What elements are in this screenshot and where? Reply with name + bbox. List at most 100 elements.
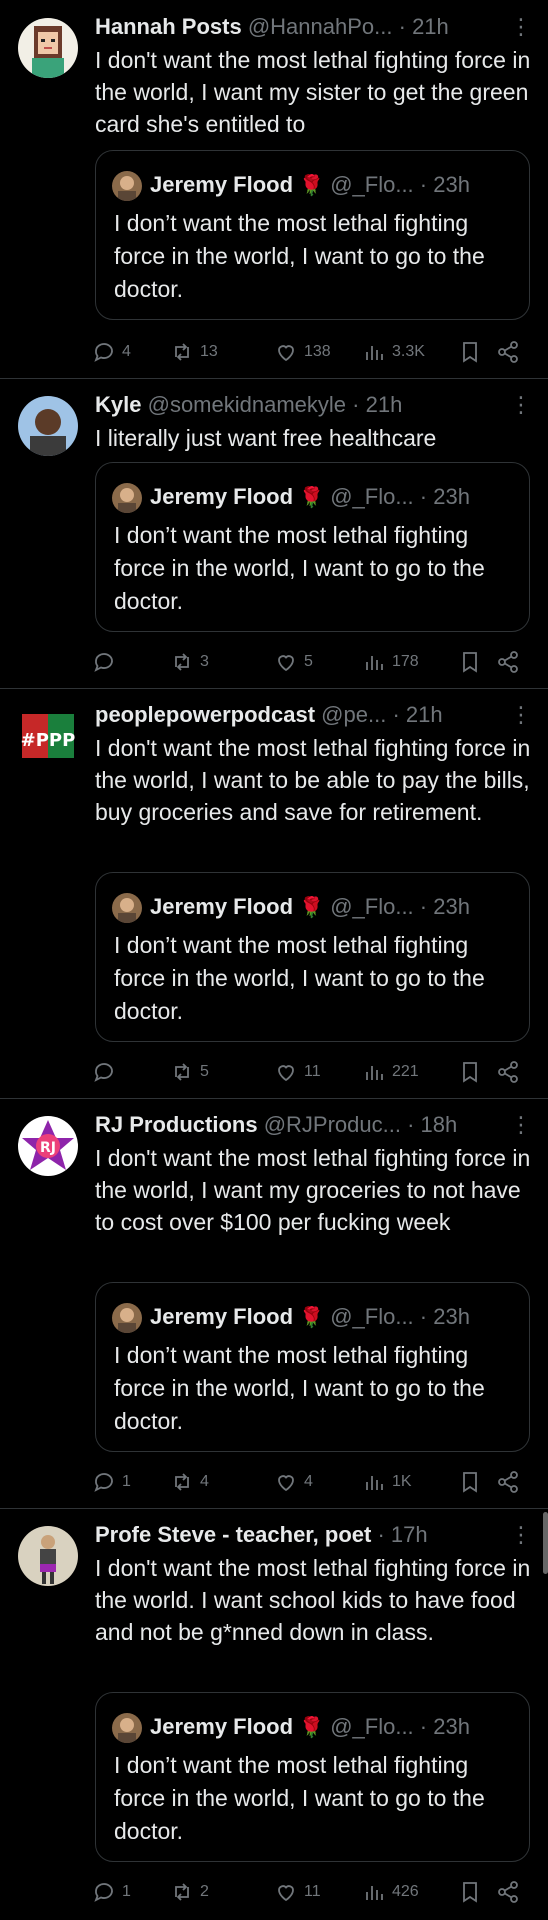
bookmark-button[interactable]: [458, 644, 482, 680]
views-button[interactable]: 178: [362, 644, 419, 680]
views-button[interactable]: 221: [362, 1054, 419, 1090]
user-handle[interactable]: @RJProduc...: [264, 1112, 401, 1137]
reply-button[interactable]: 4: [92, 334, 131, 370]
timestamp[interactable]: 21h: [366, 392, 403, 417]
quoted-handle: @_Flo...: [330, 1714, 414, 1739]
quoted-timestamp: 23h: [433, 172, 470, 197]
quoted-tweet[interactable]: Jeremy Flood 🌹 @_Flo... · 23h I don’t wa…: [95, 150, 530, 320]
share-button[interactable]: [496, 644, 520, 680]
more-options-icon[interactable]: ⋮: [510, 14, 532, 40]
avatar[interactable]: #PPP: [18, 706, 78, 766]
repost-button[interactable]: 5: [170, 1054, 209, 1090]
repost-button[interactable]: 2: [170, 1874, 209, 1910]
quoted-tweet[interactable]: Jeremy Flood 🌹 @_Flo... · 23h I don’t wa…: [95, 872, 530, 1042]
like-button[interactable]: 11: [274, 1054, 321, 1090]
quoted-handle: @_Flo...: [330, 484, 414, 509]
more-options-icon[interactable]: ⋮: [510, 702, 532, 728]
share-button[interactable]: [496, 1464, 520, 1500]
repost-icon: [175, 1883, 189, 1901]
quoted-avatar: [112, 171, 142, 201]
quoted-tweet[interactable]: Jeremy Flood 🌹 @_Flo... · 23h I don’t wa…: [95, 1282, 530, 1452]
reply-button[interactable]: [92, 644, 122, 680]
views-button[interactable]: 3.3K: [362, 334, 425, 370]
reply-button[interactable]: [92, 1054, 122, 1090]
rose-icon: 🌹: [299, 487, 325, 509]
more-options-icon[interactable]: ⋮: [510, 1112, 532, 1138]
repost-count: 13: [200, 343, 218, 360]
user-handle[interactable]: @pe...: [321, 702, 386, 727]
bookmark-button[interactable]: [458, 334, 482, 370]
timestamp[interactable]: 18h: [421, 1112, 458, 1137]
timestamp[interactable]: 17h: [391, 1522, 428, 1547]
like-button[interactable]: 5: [274, 644, 313, 680]
share-button[interactable]: [496, 1874, 520, 1910]
bookmark-button[interactable]: [458, 1874, 482, 1910]
rose-icon: 🌹: [299, 1307, 325, 1329]
display-name[interactable]: Kyle: [95, 392, 141, 417]
repost-button[interactable]: 3: [170, 644, 209, 680]
bookmark-button[interactable]: [458, 1054, 482, 1090]
display-name[interactable]: peoplepowerpodcast: [95, 702, 315, 727]
views-button[interactable]: 426: [362, 1874, 419, 1910]
quoted-tweet[interactable]: Jeremy Flood 🌹 @_Flo... · 23h I don’t wa…: [95, 1692, 530, 1862]
tweet-text: I don't want the most lethal fighting fo…: [95, 735, 531, 825]
separator-dot: ·: [419, 484, 428, 509]
reply-icon: [94, 1883, 113, 1902]
separator-dot: ·: [419, 1714, 428, 1739]
separator-dot: ·: [398, 14, 406, 39]
views-button[interactable]: 1K: [362, 1464, 412, 1500]
tweet-text: I don't want the most lethal fighting fo…: [95, 47, 531, 137]
separator-dot: ·: [352, 392, 360, 417]
avatar[interactable]: [18, 1526, 78, 1586]
display-name[interactable]: Hannah Posts: [95, 14, 242, 39]
view-count: 1K: [392, 1473, 412, 1490]
display-name[interactable]: RJ Productions: [95, 1112, 258, 1137]
tweet-header: Kyle @somekidnamekyle · 21h: [95, 390, 495, 420]
repost-count: 2: [200, 1883, 209, 1900]
repost-icon: [175, 1063, 189, 1081]
more-options-icon[interactable]: ⋮: [510, 1522, 532, 1548]
quoted-header: Jeremy Flood 🌹 @_Flo... · 23h: [150, 169, 520, 202]
bookmark-button[interactable]: [458, 1464, 482, 1500]
reply-icon: [94, 343, 113, 362]
action-bar: 4 13 138 3.3K: [92, 334, 532, 370]
repost-button[interactable]: 13: [170, 334, 218, 370]
timestamp[interactable]: 21h: [406, 702, 443, 727]
tweet-header: Hannah Posts @HannahPo... · 21h: [95, 12, 495, 42]
avatar[interactable]: [18, 396, 78, 456]
quoted-header: Jeremy Flood 🌹 @_Flo... · 23h: [150, 891, 520, 924]
like-button[interactable]: 4: [274, 1464, 313, 1500]
separator-dot: ·: [377, 1522, 385, 1547]
action-bar: 5 11 221: [92, 1054, 532, 1090]
quoted-avatar: [112, 893, 142, 923]
share-icon: [498, 1881, 518, 1903]
user-handle[interactable]: @somekidnamekyle: [148, 392, 346, 417]
repost-icon: [175, 1473, 189, 1491]
like-button[interactable]: 138: [274, 334, 331, 370]
more-options-icon[interactable]: ⋮: [510, 392, 532, 418]
quoted-timestamp: 23h: [433, 484, 470, 509]
quoted-timestamp: 23h: [433, 1714, 470, 1739]
scrollbar-thumb[interactable]: [543, 1512, 548, 1574]
share-icon: [498, 1471, 518, 1493]
reply-button[interactable]: 1: [92, 1874, 131, 1910]
reply-button[interactable]: 1: [92, 1464, 131, 1500]
reply-count: 1: [122, 1883, 131, 1900]
user-handle[interactable]: @HannahPo...: [248, 14, 393, 39]
quoted-handle: @_Flo...: [330, 894, 414, 919]
quoted-avatar: [112, 1713, 142, 1743]
quoted-timestamp: 23h: [433, 1304, 470, 1329]
repost-button[interactable]: 4: [170, 1464, 209, 1500]
avatar[interactable]: [18, 18, 78, 78]
quoted-header: Jeremy Flood 🌹 @_Flo... · 23h: [150, 481, 520, 514]
share-button[interactable]: [496, 334, 520, 370]
tweet-header: peoplepowerpodcast @pe... · 21h: [95, 700, 495, 730]
share-button[interactable]: [496, 1054, 520, 1090]
avatar[interactable]: RJ: [18, 1116, 78, 1176]
quoted-tweet[interactable]: Jeremy Flood 🌹 @_Flo... · 23h I don’t wa…: [95, 462, 530, 632]
timestamp[interactable]: 21h: [412, 14, 449, 39]
display-name[interactable]: Profe Steve - teacher, poet: [95, 1522, 371, 1547]
like-button[interactable]: 11: [274, 1874, 321, 1910]
view-count: 3.3K: [392, 343, 425, 360]
tweet-text: I don't want the most lethal fighting fo…: [95, 1555, 531, 1645]
